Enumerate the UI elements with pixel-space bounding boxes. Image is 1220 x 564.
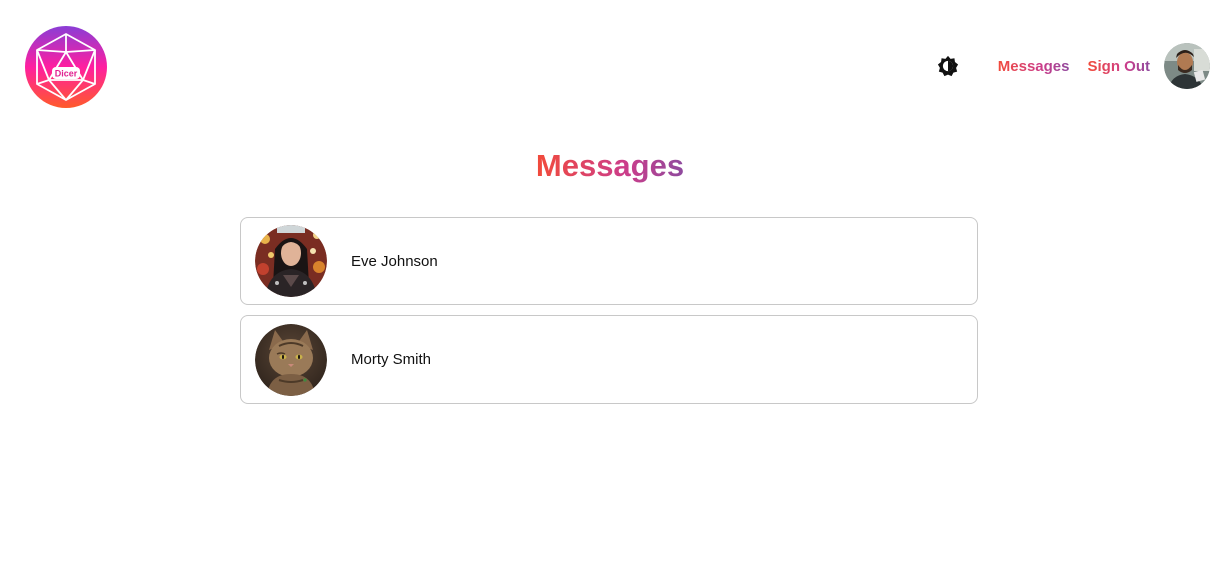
page: Dicer Messages Sign Out Messages Eve Joh…: [0, 0, 1220, 564]
conversation-item[interactable]: Eve Johnson: [240, 217, 978, 305]
conversation-name: Eve Johnson: [351, 252, 438, 270]
logo-text: Dicer: [55, 69, 78, 79]
user-avatar[interactable]: [1164, 43, 1210, 89]
conversation-item[interactable]: Morty Smith: [240, 315, 978, 404]
avatar-eve-johnson: [255, 225, 327, 297]
top-nav: Messages Sign Out: [936, 43, 1210, 89]
nav-messages-link[interactable]: Messages: [998, 58, 1070, 75]
avatar-morty-smith: [255, 323, 327, 396]
page-title-text: Messages: [535, 148, 685, 183]
nav-signout-link[interactable]: Sign Out: [1088, 58, 1151, 75]
conversation-list: Eve Johnson Morty Smith: [240, 217, 978, 414]
conversation-name: Morty Smith: [351, 351, 432, 368]
dicer-logo[interactable]: Dicer: [25, 26, 107, 108]
brightness-icon: [937, 55, 958, 77]
page-title: Messages: [0, 146, 1220, 186]
theme-toggle-button[interactable]: [936, 54, 960, 78]
